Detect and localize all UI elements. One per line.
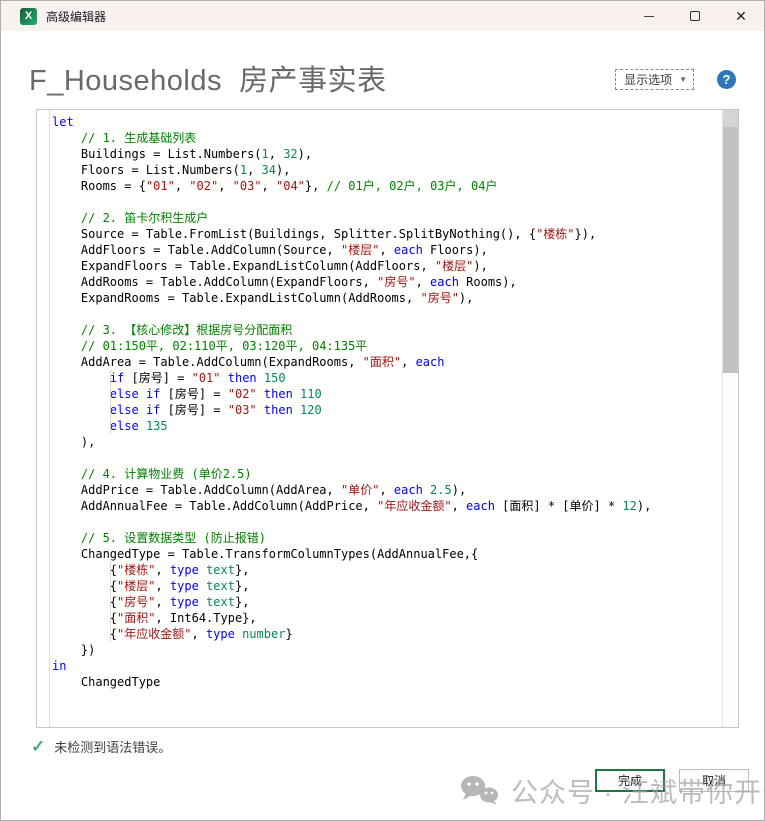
code-line: AddArea = Table.AddColumn(ExpandRooms, "… — [52, 354, 722, 370]
code-line: // 2. 笛卡尔积生成户 — [52, 210, 722, 226]
page-title: F_Households 房产事实表 — [29, 57, 387, 99]
window-controls: ✕ — [626, 1, 764, 31]
code-line: ChangedType — [52, 674, 722, 690]
code-line: Rooms = {"01", "02", "03", "04"}, // 01户… — [52, 178, 722, 194]
excel-icon: X — [20, 8, 37, 25]
wechat-icon — [459, 774, 501, 808]
scrollbar-thumb[interactable] — [723, 127, 738, 373]
vertical-scrollbar[interactable] — [722, 110, 738, 727]
display-options-button[interactable]: 显示选项 ▼ — [615, 69, 694, 90]
code-line: ExpandFloors = Table.ExpandListColumn(Ad… — [52, 258, 722, 274]
code-line: AddFloors = Table.AddColumn(Source, "楼层"… — [52, 242, 722, 258]
chevron-down-icon: ▼ — [679, 75, 687, 84]
code-line: ExpandRooms = Table.ExpandListColumn(Add… — [52, 290, 722, 306]
code-line: {"楼层", type text}, — [52, 578, 722, 594]
code-line: AddPrice = Table.AddColumn(AddArea, "单价"… — [52, 482, 722, 498]
minimize-icon — [644, 16, 654, 17]
code-line: ), — [52, 434, 722, 450]
code-line: if [房号] = "01" then 150 — [52, 370, 722, 386]
syntax-status: ✓ 未检测到语法错误。 — [31, 737, 171, 756]
code-line: // 01:150平, 02:110平, 03:120平, 04:135平 — [52, 338, 722, 354]
code-line: else if [房号] = "02" then 110 — [52, 386, 722, 402]
check-icon: ✓ — [31, 738, 45, 755]
code-line — [52, 194, 722, 210]
maximize-icon — [690, 11, 700, 21]
display-options-label: 显示选项 — [624, 71, 672, 88]
code-line: ChangedType = Table.TransformColumnTypes… — [52, 546, 722, 562]
code-editor[interactable]: let // 1. 生成基础列表 Buildings = List.Number… — [36, 109, 739, 728]
code-line: Source = Table.FromList(Buildings, Split… — [52, 226, 722, 242]
help-icon: ? — [723, 72, 731, 87]
code-line: }) — [52, 642, 722, 658]
code-line: {"年应收金额", type number} — [52, 626, 722, 642]
code-line: // 5. 设置数据类型 (防止报错) — [52, 530, 722, 546]
status-message: 未检测到语法错误。 — [54, 737, 171, 756]
close-icon: ✕ — [735, 9, 747, 23]
code-line: {"房号", type text}, — [52, 594, 722, 610]
code-line: Floors = List.Numbers(1, 34), — [52, 162, 722, 178]
code-line: {"楼栋", type text}, — [52, 562, 722, 578]
code-line: Buildings = List.Numbers(1, 32), — [52, 146, 722, 162]
window-title: 高级编辑器 — [46, 8, 106, 25]
code-line — [52, 450, 722, 466]
code-line: // 4. 计算物业费 (单价2.5) — [52, 466, 722, 482]
code-line: {"面积", Int64.Type}, — [52, 610, 722, 626]
code-line: in — [52, 658, 722, 674]
code-line: let — [52, 114, 722, 130]
code-line: AddRooms = Table.AddColumn(ExpandFloors,… — [52, 274, 722, 290]
help-button[interactable]: ? — [717, 70, 736, 89]
close-button[interactable]: ✕ — [718, 1, 764, 31]
indent-guide — [110, 370, 111, 434]
code-area[interactable]: let // 1. 生成基础列表 Buildings = List.Number… — [37, 110, 722, 727]
code-line: else if [房号] = "03" then 120 — [52, 402, 722, 418]
cancel-button[interactable]: 取消 — [679, 769, 749, 792]
code-line: else 135 — [52, 418, 722, 434]
done-button[interactable]: 完成 — [595, 769, 665, 792]
code-line: AddAnnualFee = Table.AddColumn(AddPrice,… — [52, 498, 722, 514]
code-line: // 3. 【核心修改】根据房号分配面积 — [52, 322, 722, 338]
scrollbar-top-cap[interactable] — [723, 110, 738, 127]
code-line — [52, 514, 722, 530]
titlebar: X 高级编辑器 ✕ — [1, 1, 764, 31]
indent-guide — [110, 562, 111, 642]
maximize-button[interactable] — [672, 1, 718, 31]
advanced-editor-window: X 高级编辑器 ✕ F_Households 房产事实表 显示选项 ▼ ? le… — [0, 0, 765, 821]
code-line: // 1. 生成基础列表 — [52, 130, 722, 146]
minimize-button[interactable] — [626, 1, 672, 31]
code-line — [52, 306, 722, 322]
